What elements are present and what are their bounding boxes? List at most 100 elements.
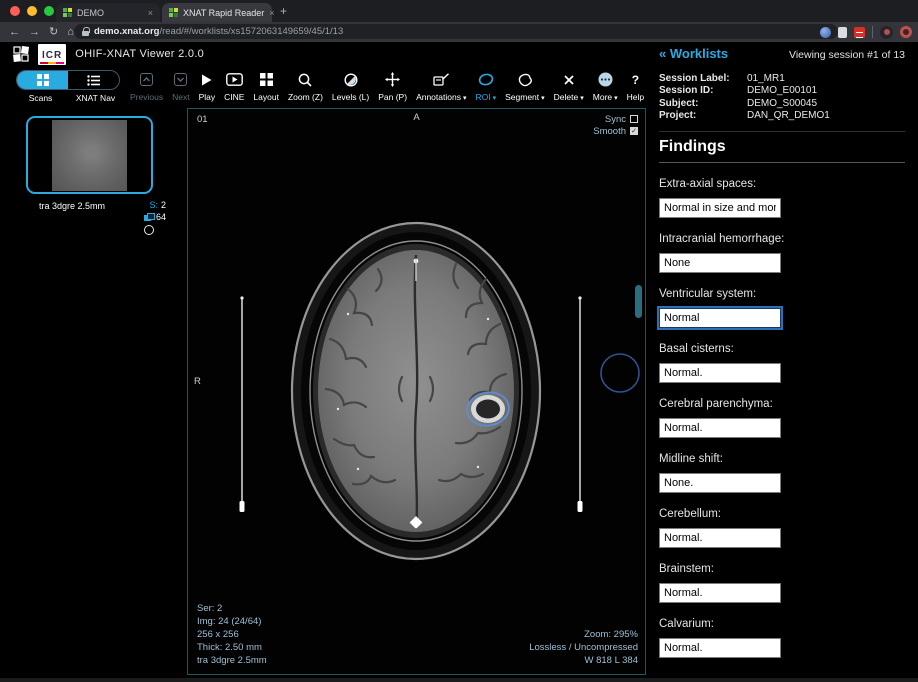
tool-layout[interactable]: Layout xyxy=(251,70,281,102)
contour-indicator-icon xyxy=(144,225,154,235)
extra-axial-spaces-input[interactable] xyxy=(659,198,781,218)
profile-avatar[interactable] xyxy=(880,26,893,39)
divider xyxy=(659,131,905,132)
tool-roi[interactable]: ROI▾ xyxy=(473,70,498,102)
tool-delete[interactable]: Delete▾ xyxy=(552,70,586,102)
orientation-marker-left: R xyxy=(194,375,201,388)
browser-tab-rapid-reader[interactable]: XNAT Rapid Reader × xyxy=(162,3,272,22)
intracranial-hemorrhage-input[interactable] xyxy=(659,253,781,273)
basal-cisterns-input[interactable] xyxy=(659,363,781,383)
reload-button[interactable]: ↻ xyxy=(49,27,58,38)
extension-doc-icon[interactable] xyxy=(838,27,847,38)
lesion xyxy=(471,395,505,423)
finding-field-basal-cisterns: Basal cisterns: xyxy=(659,343,905,383)
smooth-checkbox[interactable]: ✓ xyxy=(630,127,638,135)
browser-tab-demo[interactable]: DEMO × xyxy=(56,3,160,22)
app-title: OHIF-XNAT Viewer 2.0.0 xyxy=(75,48,204,60)
brainstem-input[interactable] xyxy=(659,583,781,603)
finding-field-parenchyma: Cerebral parenchyma: xyxy=(659,398,905,438)
chevron-down-icon: ▾ xyxy=(493,95,497,102)
finding-field-ventricular: Ventricular system: xyxy=(659,288,905,328)
series-desc-text: tra 3dgre 2.5mm xyxy=(197,654,267,667)
minimize-window-button[interactable] xyxy=(27,6,37,16)
viewing-session-counter: Viewing session #1 of 13 xyxy=(789,49,905,61)
xnat-favicon xyxy=(63,8,72,17)
browser-tab-strip: DEMO × XNAT Rapid Reader × + xyxy=(0,0,918,22)
pan-icon xyxy=(385,72,400,87)
lock-icon xyxy=(82,27,89,36)
viewport-scrollbar[interactable] xyxy=(635,285,642,318)
instance-count: 64 xyxy=(156,212,166,222)
window-controls[interactable] xyxy=(10,6,54,16)
series-number: 2 xyxy=(161,200,166,210)
finding-label: Midline shift: xyxy=(659,453,905,466)
finding-field-hemorrhage: Intracranial hemorrhage: xyxy=(659,233,905,273)
forward-button[interactable]: → xyxy=(29,27,40,38)
tool-segment[interactable]: Segment▾ xyxy=(503,70,547,102)
extension-globe-icon[interactable] xyxy=(820,27,831,38)
tool-previous[interactable]: Previous xyxy=(128,70,165,102)
address-bar[interactable]: demo.xnat.org/read/#/worklists/xs1572063… xyxy=(74,24,838,39)
finding-label: Cerebral parenchyma: xyxy=(659,398,905,411)
chevron-down-icon: ▾ xyxy=(463,95,467,102)
tab-close-icon[interactable]: × xyxy=(148,8,153,18)
record-button[interactable] xyxy=(900,26,912,38)
levels-label: Levels (L) xyxy=(332,92,369,102)
cine-icon xyxy=(226,73,243,86)
smooth-label: Smooth xyxy=(593,125,626,138)
finding-label: Cerebellum: xyxy=(659,508,905,521)
play-label: Play xyxy=(199,92,216,102)
tool-more[interactable]: More▾ xyxy=(591,70,620,102)
extension-red-icon[interactable] xyxy=(854,27,865,38)
next-label: Next xyxy=(172,92,189,102)
tool-play[interactable]: Play xyxy=(197,70,218,102)
back-button[interactable]: ← xyxy=(9,27,20,38)
tool-help[interactable]: ? Help xyxy=(625,70,646,102)
sync-checkbox[interactable] xyxy=(630,115,638,123)
series-number-text: Ser: 2 xyxy=(197,602,267,615)
toolbar: Scans XNAT Nav Previous Next Play CINE xyxy=(0,66,647,106)
tool-levels[interactable]: Levels (L) xyxy=(330,70,371,102)
cerebellum-input[interactable] xyxy=(659,528,781,548)
compression-text: Lossless / Uncompressed xyxy=(529,641,638,654)
scans-button[interactable] xyxy=(17,71,68,89)
new-tab-button[interactable]: + xyxy=(280,4,287,18)
tool-cine[interactable]: CINE xyxy=(222,70,246,102)
zoom-level-text: Zoom: 295% xyxy=(529,628,638,641)
roi-label: ROI▾ xyxy=(475,92,496,102)
xnat-logo-icon xyxy=(13,46,29,62)
session-info-row: Project: DAN_QR_DEMO1 xyxy=(659,110,905,123)
finding-field-extra-axial: Extra-axial spaces: xyxy=(659,178,905,218)
segment-icon xyxy=(517,73,532,87)
thumbnail-image xyxy=(52,120,127,191)
zoom-window-button[interactable] xyxy=(44,6,54,16)
slice-thickness-text: Thick: 2.50 mm xyxy=(197,641,267,654)
delete-label: Delete▾ xyxy=(554,92,584,102)
url-path: /read/#/worklists/xs1572063149659/45/1/1… xyxy=(159,26,343,37)
tab-title: DEMO xyxy=(77,8,104,18)
image-viewport[interactable]: 01 A R Sync Smooth ✓ Ser: 2 Img: 24 (24/… xyxy=(187,108,646,675)
xnat-nav-button[interactable] xyxy=(68,71,119,89)
home-button[interactable]: ⌂ xyxy=(67,27,74,38)
worklists-back-link[interactable]: « Worklists xyxy=(659,46,728,61)
tool-annotations[interactable]: Annotations▾ xyxy=(414,70,468,102)
close-window-button[interactable] xyxy=(10,6,20,16)
tab-close-icon[interactable]: × xyxy=(269,8,274,18)
subject-key: Subject: xyxy=(659,98,747,109)
cerebral-parenchyma-input[interactable] xyxy=(659,418,781,438)
chevron-down-icon: ▾ xyxy=(614,95,618,102)
midline-shift-input[interactable] xyxy=(659,473,781,493)
image-info-overlay: Ser: 2 Img: 24 (24/64) 256 x 256 Thick: … xyxy=(197,602,267,667)
tool-pan[interactable]: Pan (P) xyxy=(376,70,409,102)
tool-next[interactable]: Next xyxy=(170,70,191,102)
delete-x-icon xyxy=(564,75,574,85)
viewer-header: ICR OHIF-XNAT Viewer 2.0.0 xyxy=(0,42,647,66)
series-thumbnail[interactable] xyxy=(26,116,153,194)
ventricular-system-input[interactable] xyxy=(659,308,781,328)
viewport-toggles: Sync Smooth ✓ xyxy=(593,113,638,137)
tool-zoom[interactable]: Zoom (Z) xyxy=(286,70,325,102)
viewer-left-region: ICR OHIF-XNAT Viewer 2.0.0 xyxy=(0,42,647,678)
subject-value: DEMO_S00045 xyxy=(747,98,817,109)
calvarium-input[interactable] xyxy=(659,638,781,658)
findings-title: Findings xyxy=(659,138,905,163)
